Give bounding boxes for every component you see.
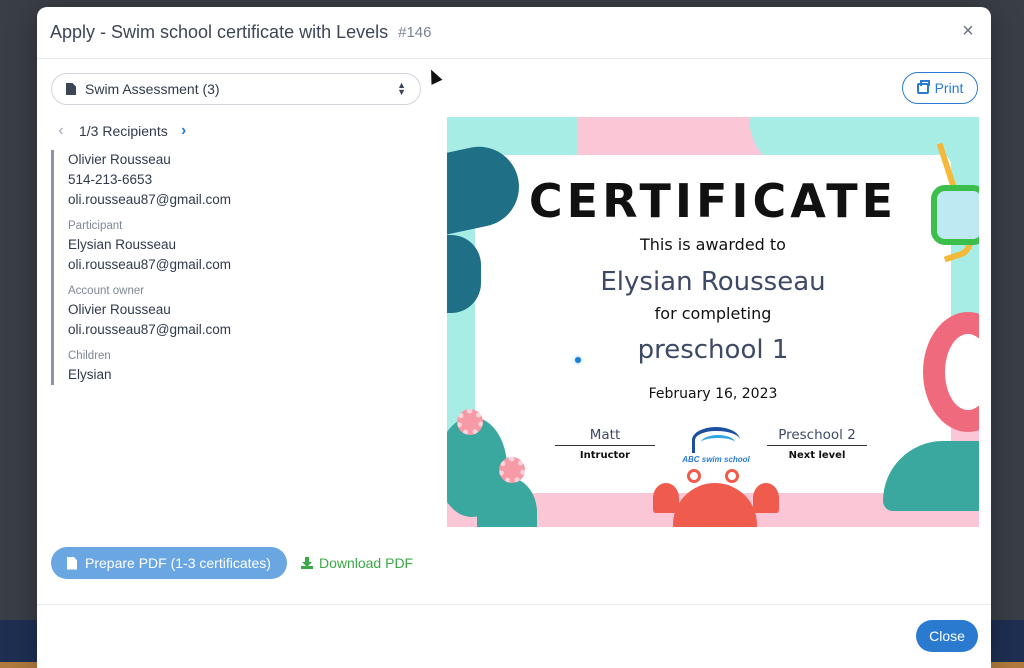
flower-decor <box>499 457 525 483</box>
children-value: Elysian <box>68 367 112 382</box>
prepare-pdf-label: Prepare PDF (1-3 certificates) <box>85 555 271 571</box>
participant-email: oli.rousseau87@gmail.com <box>68 257 232 272</box>
certificate-awarded-text: This is awarded to <box>640 235 786 254</box>
recipient-phone: 514-213-6653 <box>68 172 153 187</box>
certificate-title: CERTIFICATE <box>528 174 898 228</box>
account-owner-label: Account owner <box>68 285 145 297</box>
recipient-name: Olivier Rousseau <box>68 152 171 167</box>
apply-certificate-modal: Apply - Swim school certificate with Lev… <box>37 7 991 668</box>
instructor-name: Matt <box>555 427 655 446</box>
close-button[interactable]: Close <box>916 620 978 652</box>
print-label: Print <box>934 80 964 96</box>
instructor-signature: Matt Intructor <box>555 427 655 461</box>
crab-claw-decor <box>753 483 779 513</box>
recipient-details: Olivier Rousseau 514-213-6653 oli.rousse… <box>51 150 423 385</box>
swimmer-logo-icon <box>692 427 740 453</box>
recipient-email: oli.rousseau87@gmail.com <box>68 192 232 207</box>
recipient-pager: ‹ 1/3 Recipients › <box>51 122 423 140</box>
modal-footer: Close <box>37 604 991 668</box>
participant-label: Participant <box>68 220 123 232</box>
download-pdf-label: Download PDF <box>318 555 414 571</box>
prepare-pdf-button[interactable]: Prepare PDF (1-3 certificates) <box>51 547 287 579</box>
modal-id: #146 <box>398 24 432 41</box>
certificate-preview: CERTIFICATE This is awarded to Elysian R… <box>447 117 979 527</box>
sort-arrows-icon: ▲ ▼ <box>397 80 406 97</box>
school-logo-text: ABC swim school <box>682 455 750 464</box>
school-logo: ABC swim school <box>679 427 753 464</box>
recipient-panel: Swim Assessment (3) ▲ ▼ ‹ 1/3 Recipients … <box>51 73 423 385</box>
pdf-file-icon <box>67 556 77 570</box>
certificate-level: preschool 1 <box>637 335 789 365</box>
template-select-value: Swim Assessment (3) <box>85 81 220 97</box>
participant-name: Elysian Rousseau <box>68 237 177 252</box>
download-icon <box>300 557 313 569</box>
crab-eye <box>687 469 701 483</box>
account-owner-name: Olivier Rousseau <box>68 302 171 317</box>
flower-decor <box>457 409 483 435</box>
certificate-recipient-name: Elysian Rousseau <box>600 267 826 297</box>
children-label: Children <box>68 350 111 362</box>
modal-header: Apply - Swim school certificate with Lev… <box>37 7 991 59</box>
instructor-label: Intructor <box>579 450 631 461</box>
next-level-label: Next level <box>788 450 846 461</box>
certificate-completing-text: for completing <box>654 304 772 323</box>
download-pdf-link[interactable]: Download PDF <box>300 555 414 571</box>
close-icon[interactable]: × <box>958 21 978 41</box>
crab-eye <box>725 469 739 483</box>
chevron-right-icon[interactable]: › <box>176 122 192 140</box>
printer-icon <box>916 79 930 94</box>
chevron-left-icon[interactable]: ‹ <box>53 122 69 140</box>
certificate-date: February 16, 2023 <box>648 386 778 402</box>
pager-label: 1/3 Recipients <box>79 123 168 139</box>
cursor-indicator <box>575 357 581 363</box>
modal-title: Apply - Swim school certificate with Lev… <box>50 22 389 42</box>
template-select[interactable]: Swim Assessment (3) ▲ ▼ <box>51 73 421 105</box>
print-button[interactable]: Print <box>902 72 978 104</box>
document-icon <box>66 83 76 95</box>
pdf-actions: Prepare PDF (1-3 certificates) Download … <box>51 547 413 579</box>
account-owner-email: oli.rousseau87@gmail.com <box>68 322 232 337</box>
next-level-value: Preschool 2 <box>767 427 867 446</box>
next-level-signature: Preschool 2 Next level <box>767 427 867 461</box>
